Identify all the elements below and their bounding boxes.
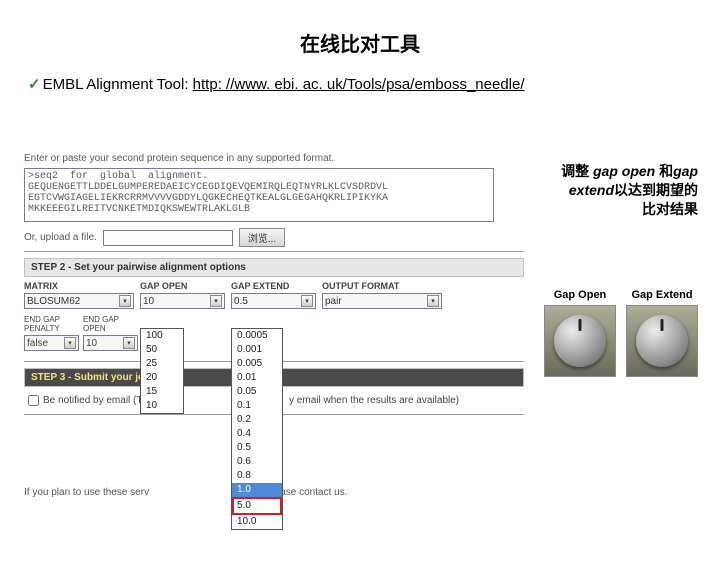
dropdown-option[interactable]: 15 [141, 385, 183, 399]
dropdown-option[interactable]: 0.4 [232, 427, 282, 441]
gapextend-knob-box [626, 305, 698, 377]
upload-label: Or, upload a file. [24, 232, 97, 243]
dropdown-option[interactable]: 0.0005 [232, 329, 282, 343]
col-matrix: MATRIX [24, 281, 134, 291]
chevron-down-icon: ▾ [210, 295, 222, 307]
gapopen-knob-label: Gap Open [544, 289, 616, 301]
chevron-down-icon: ▾ [427, 295, 439, 307]
gapopen-knob-wrap: Gap Open [544, 289, 616, 377]
sequence-textarea[interactable]: >seq2 for global alignment. GEQUENGETTLD… [24, 168, 494, 222]
browse-button[interactable]: 浏览... [239, 228, 285, 247]
endgap-open-select[interactable]: 10▾ [83, 335, 138, 351]
gapopen-knob[interactable] [554, 315, 606, 367]
dropdown-option[interactable]: 25 [141, 357, 183, 371]
options-grid: MATRIX GAP OPEN GAP EXTEND OUTPUT FORMAT… [24, 281, 524, 309]
dropdown-option[interactable]: 0.05 [232, 385, 282, 399]
notify-label-b: y email when the results are available) [289, 395, 459, 406]
output-select[interactable]: pair▾ [322, 293, 442, 309]
dropdown-option[interactable]: 0.5 [232, 441, 282, 455]
chevron-down-icon: ▾ [123, 337, 135, 349]
notify-checkbox[interactable] [28, 395, 39, 406]
step2-header: STEP 2 - Set your pairwise alignment opt… [24, 258, 524, 277]
subtitle: ✓EMBL Alignment Tool: http: //www. ebi. … [28, 75, 720, 93]
dropdown-option[interactable]: 10.0 [232, 515, 282, 529]
dropdown-option[interactable]: 0.001 [232, 343, 282, 357]
knob-row: Gap Open Gap Extend [526, 289, 698, 377]
dropdown-option[interactable]: 50 [141, 343, 183, 357]
dropdown-option[interactable]: 0.6 [232, 455, 282, 469]
chevron-down-icon: ▾ [119, 295, 131, 307]
tool-link[interactable]: http: //www. ebi. ac. uk/Tools/psa/embos… [193, 76, 525, 93]
second-seq-prompt: Enter or paste your second protein seque… [24, 153, 524, 164]
gapopen-select[interactable]: 10▾ [140, 293, 225, 309]
gapextend-knob-wrap: Gap Extend [626, 289, 698, 377]
gapextend-dropdown[interactable]: 0.00050.0010.0050.010.050.10.20.40.50.60… [231, 328, 283, 530]
tip-text: 调整 gap open 和gap extend以达到期望的 比对结果 [526, 162, 698, 219]
gapextend-knob-label: Gap Extend [626, 289, 698, 301]
divider [24, 251, 524, 252]
right-column: 调整 gap open 和gap extend以达到期望的 比对结果 Gap O… [526, 162, 698, 377]
dropdown-option[interactable]: 10 [141, 399, 183, 413]
dropdown-option[interactable]: 0.01 [232, 371, 282, 385]
page-title: 在线比对工具 [0, 28, 720, 57]
dropdown-option[interactable]: 0.005 [232, 357, 282, 371]
endgap-penalty-label: END GAP PENALTY [24, 315, 79, 333]
gapopen-dropdown[interactable]: 1005025201510 [140, 328, 184, 414]
dropdown-option[interactable]: 0.8 [232, 469, 282, 483]
subtitle-prefix: EMBL Alignment Tool: [43, 76, 193, 93]
gapopen-knob-box [544, 305, 616, 377]
dropdown-option[interactable]: 20 [141, 371, 183, 385]
dropdown-option[interactable]: 100 [141, 329, 183, 343]
check-icon: ✓ [28, 76, 41, 93]
gapextend-knob[interactable] [636, 315, 688, 367]
dropdown-option[interactable]: 5.0 [232, 497, 282, 515]
col-gapopen: GAP OPEN [140, 281, 225, 291]
matrix-select[interactable]: BLOSUM62▾ [24, 293, 134, 309]
chevron-down-icon: ▾ [64, 337, 76, 349]
endgap-open-label: END GAP OPEN [83, 315, 138, 333]
col-gapextend: GAP EXTEND [231, 281, 316, 291]
gapextend-select[interactable]: 0.5▾ [231, 293, 316, 309]
dropdown-option[interactable]: 0.1 [232, 399, 282, 413]
chevron-down-icon: ▾ [301, 295, 313, 307]
dropdown-option[interactable]: 1.0 [232, 483, 282, 497]
file-input[interactable] [103, 230, 233, 246]
col-output: OUTPUT FORMAT [322, 281, 442, 291]
dropdown-option[interactable]: 0.2 [232, 413, 282, 427]
endgap-penalty-select[interactable]: false▾ [24, 335, 79, 351]
